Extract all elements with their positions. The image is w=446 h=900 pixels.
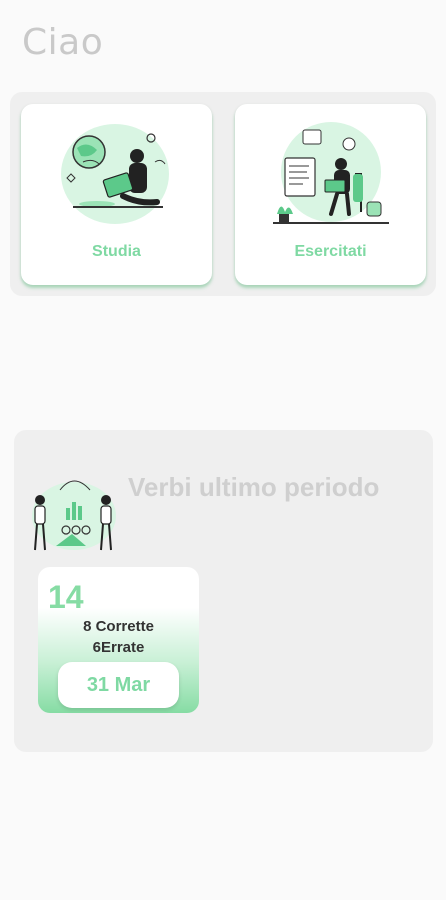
day-date: 31 Mar [58, 662, 179, 708]
person-reading-globe-icon [61, 124, 169, 224]
practice-label: Esercitati [294, 243, 367, 260]
stats-panel: Verbi ultimo periodo 14 8 Corrette 6Erra… [14, 430, 433, 752]
stats-title: Verbi ultimo periodo [128, 472, 380, 502]
practice-card[interactable]: Esercitati [235, 104, 426, 285]
greeting-title: Ciao [22, 22, 104, 63]
day-count: 14 [48, 579, 84, 615]
action-panel: Studia Esercitati [10, 92, 436, 296]
study-card[interactable]: Studia [21, 104, 212, 285]
day-stat-card[interactable]: 14 8 Corrette 6Errate 31 Mar [38, 567, 199, 713]
people-charts-icon [32, 480, 116, 551]
person-laptop-icon [273, 122, 389, 224]
wrong-count: 6Errate [92, 639, 145, 656]
correct-count: 8 Corrette [83, 618, 154, 635]
study-label: Studia [92, 243, 141, 260]
